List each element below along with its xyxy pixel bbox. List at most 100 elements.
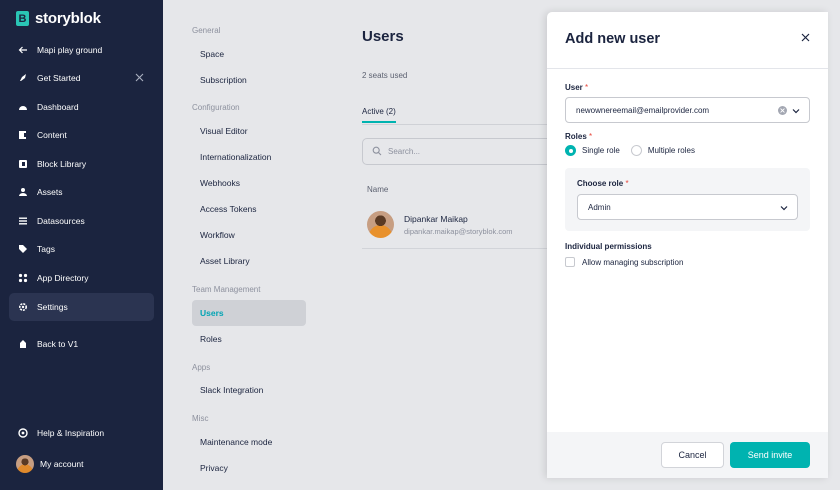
modal-title: Add new user [565,31,661,47]
settings-item-internationalization[interactable]: Internationalization [192,144,306,170]
back-to-space-link[interactable]: Mapi play ground [9,37,154,63]
modal-divider [547,68,828,69]
chevron-down-icon[interactable] [792,107,800,115]
allow-subscription-checkbox[interactable] [565,257,575,267]
apps-icon [18,273,28,283]
close-icon[interactable] [135,73,144,82]
settings-item-webhooks[interactable]: Webhooks [192,170,306,196]
send-invite-button[interactable]: Send invite [730,442,810,468]
row-divider [362,248,552,249]
content-icon [18,130,28,140]
avatar [16,455,34,473]
choose-role-panel: Choose role * Admin [565,168,810,231]
sidebar-item-dashboard[interactable]: Dashboard [9,94,154,120]
settings-item-space[interactable]: Space [192,41,306,67]
sidebar-item-my-account[interactable]: My account [9,451,154,477]
section-label-team: Team Management [192,285,261,294]
logo[interactable]: B storyblok [16,10,101,27]
column-header-name: Name [367,185,389,194]
dashboard-icon [18,102,28,112]
sidebar-item-assets[interactable]: Assets [9,179,154,205]
permission-option[interactable]: Allow managing subscription [565,257,683,267]
tab-active-users[interactable]: Active (2) [362,107,396,123]
sidebar-item-label: Datasources [37,216,85,226]
sidebar-item-app-directory[interactable]: App Directory [9,265,154,291]
sidebar-item-get-started[interactable]: Get Started [9,65,154,91]
required-mark: * [589,132,593,141]
role-mode-group: Single role Multiple roles [565,145,695,156]
section-label-apps: Apps [192,363,211,372]
settings-item-asset-library[interactable]: Asset Library [192,248,306,274]
section-label-general: General [192,26,221,35]
space-name: Mapi play ground [37,45,103,55]
sidebar-item-label: App Directory [37,273,89,283]
roles-label-text: Roles [565,132,587,141]
sidebar-item-block-library[interactable]: Block Library [9,151,154,177]
sidebar-item-datasources[interactable]: Datasources [9,208,154,234]
blocks-icon [18,159,28,169]
sidebar-item-help[interactable]: Help & Inspiration [9,420,154,446]
settings-item-visual-editor[interactable]: Visual Editor [192,118,306,144]
datasources-icon [18,216,28,226]
sidebar-item-label: Help & Inspiration [37,428,105,438]
user-email: dipankar.maikap@storyblok.com [404,226,513,236]
settings-item-users[interactable]: Users [192,300,306,326]
single-role-radio[interactable] [565,145,576,156]
avatar [367,211,394,238]
settings-menu: General Space Subscription Configuration… [163,0,323,490]
settings-item-maintenance[interactable]: Maintenance mode [192,429,306,455]
required-mark: * [625,179,629,188]
sidebar-item-label: Settings [37,302,68,312]
search-box[interactable] [362,138,562,165]
gear-icon [18,302,28,312]
search-input[interactable] [388,147,538,156]
cancel-button[interactable]: Cancel [661,442,724,468]
section-label-configuration: Configuration [192,103,240,112]
sidebar-item-label: Block Library [37,159,87,169]
sidebar-item-label: Back to V1 [37,339,79,349]
roles-field-label: Roles * [565,132,592,141]
sidebar-item-label: Tags [37,244,55,254]
chevron-down-icon[interactable] [780,204,788,212]
back-v1-icon [18,339,28,349]
multiple-roles-radio[interactable] [630,145,642,156]
user-name: Dipankar Maikap [404,213,468,224]
settings-item-access-tokens[interactable]: Access Tokens [192,196,306,222]
help-icon [18,428,28,438]
arrow-left-icon [18,45,28,55]
user-select-value: newownereemail@emailprovider.com [576,105,710,115]
required-mark: * [585,83,589,92]
sidebar-item-label: My account [40,459,84,469]
single-role-label[interactable]: Single role [582,146,620,155]
settings-item-roles[interactable]: Roles [192,326,306,352]
tag-icon [18,244,28,254]
sidebar-item-tags[interactable]: Tags [9,236,154,262]
settings-item-slack[interactable]: Slack Integration [192,377,306,403]
user-select[interactable]: newownereemail@emailprovider.com [565,97,810,123]
settings-item-subscription[interactable]: Subscription [192,67,306,93]
sidebar-item-label: Dashboard [37,102,79,112]
role-select[interactable]: Admin [577,194,798,220]
settings-item-workflow[interactable]: Workflow [192,222,306,248]
allow-subscription-label[interactable]: Allow managing subscription [582,258,683,267]
choose-role-label: Choose role * [577,179,629,188]
assets-icon [18,187,28,197]
choose-role-label-text: Choose role [577,179,624,188]
permissions-label: Individual permissions [565,242,652,251]
user-label-text: User [565,83,583,92]
close-icon[interactable] [801,29,810,42]
search-icon [372,143,382,161]
sidebar-item-back-to-v1[interactable]: Back to V1 [9,331,154,357]
table-row[interactable]: Dipankar Maikap dipankar.maikap@storyblo… [367,211,513,238]
role-select-value: Admin [588,202,611,212]
sidebar-item-content[interactable]: Content [9,122,154,148]
sidebar: B storyblok Mapi play ground Get Started… [0,0,163,490]
multiple-roles-label[interactable]: Multiple roles [648,146,695,155]
user-info: Dipankar Maikap dipankar.maikap@storyblo… [404,214,513,236]
page-title: Users [362,28,404,45]
sidebar-item-label: Get Started [37,73,81,83]
seats-used: 2 seats used [362,71,408,80]
sidebar-item-settings[interactable]: Settings [9,293,154,321]
settings-item-privacy[interactable]: Privacy [192,455,306,481]
clear-icon[interactable] [778,106,787,115]
